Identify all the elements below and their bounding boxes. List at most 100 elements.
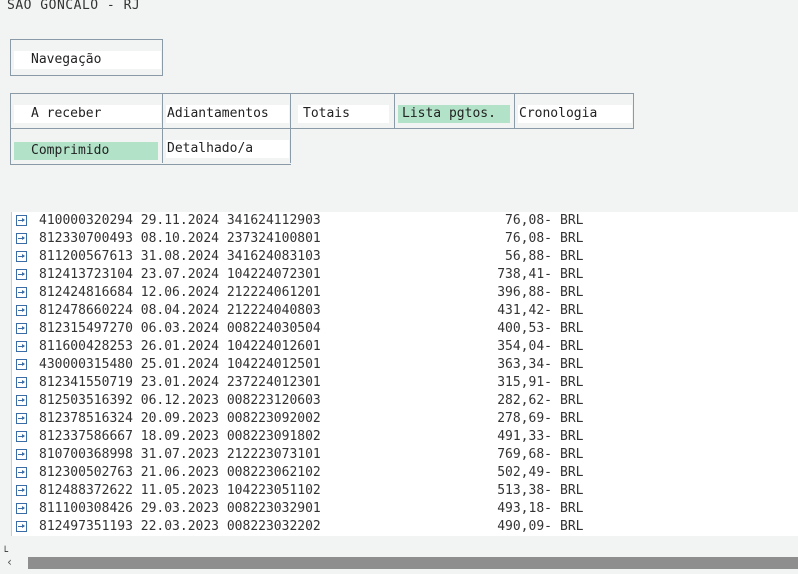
payment-row[interactable]: 812341550719 23.01.2024 237224012301 315,… — [12, 374, 792, 392]
payment-row[interactable]: 812337586667 18.09.2023 008223091802 491,… — [12, 428, 792, 446]
tab-a-receber[interactable]: A receber — [11, 94, 163, 128]
payment-reference: 812378516324 20.09.2023 008223092002 — [39, 411, 321, 426]
window-title: SAO GONCALO - RJ — [7, 0, 141, 13]
tab-strip: A receber Adiantamentos Totais Lista pgt… — [10, 93, 634, 165]
expand-node-icon[interactable] — [16, 323, 27, 334]
payment-amount: 513,38- — [497, 483, 552, 498]
payment-reference: 812424816684 12.06.2024 212224061201 — [39, 285, 321, 300]
payment-row[interactable]: 410000320294 29.11.2024 341624112903 76,0… — [12, 212, 792, 230]
payment-amount: 769,68- — [497, 447, 552, 462]
payment-reference: 410000320294 29.11.2024 341624112903 — [39, 213, 321, 228]
expand-node-icon[interactable] — [16, 269, 27, 280]
payment-row[interactable]: 812378516324 20.09.2023 008223092002 278,… — [12, 410, 792, 428]
tab-label: A receber — [14, 105, 161, 123]
payment-currency: BRL — [560, 465, 584, 480]
tab-lista-pgtos[interactable]: Lista pgtos. — [395, 94, 515, 128]
tab-right-border — [633, 94, 634, 129]
expand-node-icon[interactable] — [16, 305, 27, 316]
expand-node-icon[interactable] — [16, 449, 27, 460]
tab-totais[interactable]: Totais — [291, 94, 395, 128]
payment-reference: 812488372622 11.05.2023 104223051102 — [39, 483, 321, 498]
payment-currency: BRL — [560, 519, 584, 534]
payment-currency: BRL — [560, 393, 584, 408]
expand-node-icon[interactable] — [16, 215, 27, 226]
payment-currency: BRL — [560, 231, 584, 246]
payment-amount: 76,08- — [505, 231, 552, 246]
payment-reference: 810700368998 31.07.2023 212223073101 — [39, 447, 321, 462]
payment-reference: 812503516392 06.12.2023 008223120603 — [39, 393, 321, 408]
payment-row[interactable]: 430000315480 25.01.2024 104224012501 363,… — [12, 356, 792, 374]
payment-reference: 812413723104 23.07.2024 104224072301 — [39, 267, 321, 282]
payment-reference: 812300502763 21.06.2023 008223062102 — [39, 465, 321, 480]
payment-list[interactable]: 410000320294 29.11.2024 341624112903 76,0… — [11, 212, 798, 536]
payment-currency: BRL — [560, 501, 584, 516]
payment-currency: BRL — [560, 213, 584, 228]
payment-currency: BRL — [560, 267, 584, 282]
view-detalhado[interactable]: Detalhado/a — [163, 129, 291, 163]
payment-amount: 431,42- — [497, 303, 552, 318]
tab-adiantamentos[interactable]: Adiantamentos — [163, 94, 291, 128]
payment-row[interactable]: 811600428253 26.01.2024 104224012601 354,… — [12, 338, 792, 356]
tab-row1-bottom — [291, 128, 634, 129]
payment-row[interactable]: 812300502763 21.06.2023 008223062102 502,… — [12, 464, 792, 482]
expand-node-icon[interactable] — [16, 485, 27, 496]
payment-currency: BRL — [560, 357, 584, 372]
view-comprimido[interactable]: Comprimido — [11, 129, 163, 163]
expand-node-icon[interactable] — [16, 431, 27, 442]
navigation-box: Navegação — [10, 39, 163, 76]
expand-node-icon[interactable] — [16, 251, 27, 262]
payment-currency: BRL — [560, 429, 584, 444]
payment-currency: BRL — [560, 249, 584, 264]
payment-currency: BRL — [560, 285, 584, 300]
payment-row[interactable]: 812424816684 12.06.2024 212224061201 396,… — [12, 284, 792, 302]
payment-amount: 400,53- — [497, 321, 552, 336]
expand-node-icon[interactable] — [16, 287, 27, 298]
expand-node-icon[interactable] — [16, 467, 27, 478]
payment-row[interactable]: 812503516392 06.12.2023 008223120603 282,… — [12, 392, 792, 410]
tab-label: Totais — [298, 105, 389, 123]
payment-amount: 354,04- — [497, 339, 552, 354]
payment-row[interactable]: 812497351193 22.03.2023 008223032202 490,… — [12, 518, 792, 536]
payment-amount: 76,08- — [505, 213, 552, 228]
expand-node-icon[interactable] — [16, 413, 27, 424]
tab-label: Lista pgtos. — [398, 105, 510, 123]
expand-node-icon[interactable] — [16, 503, 27, 514]
payment-row[interactable]: 812330700493 08.10.2024 237324100801 76,0… — [12, 230, 792, 248]
expand-node-icon[interactable] — [16, 359, 27, 370]
payment-amount: 738,41- — [497, 267, 552, 282]
payment-row[interactable]: 811200567613 31.08.2024 341624083103 56,8… — [12, 248, 792, 266]
navigation-label: Navegação — [14, 51, 161, 69]
view-label: Comprimido — [14, 142, 158, 160]
horizontal-scrollbar[interactable] — [28, 557, 798, 569]
payment-amount: 278,69- — [497, 411, 552, 426]
payment-row[interactable]: 812478660224 08.04.2024 212224040803 431,… — [12, 302, 792, 320]
expand-node-icon[interactable] — [16, 233, 27, 244]
payment-currency: BRL — [560, 375, 584, 390]
payment-row[interactable]: 811100308426 29.03.2023 008223032901 493,… — [12, 500, 792, 518]
payment-reference: 811100308426 29.03.2023 008223032901 — [39, 501, 321, 516]
navigation-button[interactable]: Navegação — [11, 40, 162, 74]
payment-row[interactable]: 812315497270 06.03.2024 008224030504 400,… — [12, 320, 792, 338]
payment-amount: 363,34- — [497, 357, 552, 372]
payment-reference: 430000315480 25.01.2024 104224012501 — [39, 357, 321, 372]
tab-label: Adiantamentos — [166, 105, 289, 123]
view-label: Detalhado/a — [166, 140, 289, 158]
expand-node-icon[interactable] — [16, 521, 27, 532]
expand-node-icon[interactable] — [16, 395, 27, 406]
tab-cronologia[interactable]: Cronologia — [515, 94, 634, 128]
payment-amount: 56,88- — [505, 249, 552, 264]
payment-reference: 812330700493 08.10.2024 237324100801 — [39, 231, 321, 246]
payment-row[interactable]: 810700368998 31.07.2023 212223073101 769,… — [12, 446, 792, 464]
payment-amount: 493,18- — [497, 501, 552, 516]
payment-row[interactable]: 812488372622 11.05.2023 104223051102 513,… — [12, 482, 792, 500]
payment-amount: 491,33- — [497, 429, 552, 444]
expand-node-icon[interactable] — [16, 341, 27, 352]
payment-reference: 812478660224 08.04.2024 212224040803 — [39, 303, 321, 318]
expand-node-icon[interactable] — [16, 377, 27, 388]
payment-row[interactable]: 812413723104 23.07.2024 104224072301 738,… — [12, 266, 792, 284]
payment-reference: 812315497270 06.03.2024 008224030504 — [39, 321, 321, 336]
tab-label: Cronologia — [518, 105, 632, 123]
payment-reference: 812341550719 23.01.2024 237224012301 — [39, 375, 321, 390]
payment-currency: BRL — [560, 303, 584, 318]
payment-currency: BRL — [560, 483, 584, 498]
